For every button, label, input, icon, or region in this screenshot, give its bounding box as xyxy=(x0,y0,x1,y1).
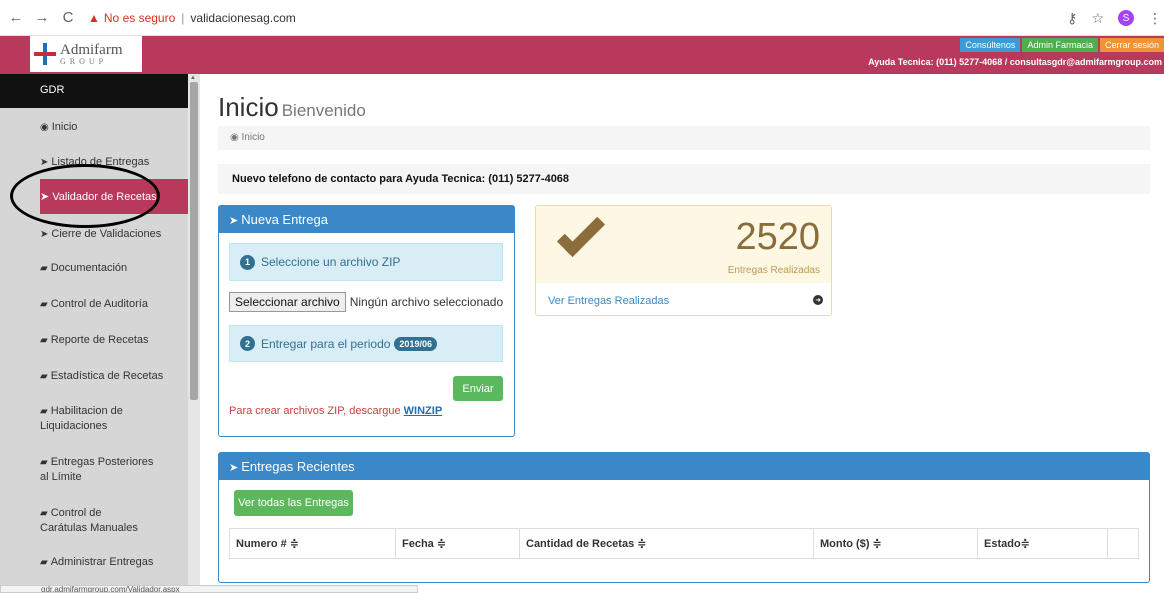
annotation-circle xyxy=(10,164,160,228)
reload-button[interactable]: C xyxy=(58,8,78,28)
send-icon: ➤ xyxy=(40,229,49,240)
logo-group: GROUP xyxy=(60,56,108,66)
check-icon xyxy=(550,208,610,264)
period-badge: 2019/06 xyxy=(394,336,437,351)
address-bar[interactable]: ▲ No es seguro | validacionesag.com xyxy=(88,5,296,31)
step2-number: 2 xyxy=(240,336,255,351)
col-estado[interactable]: Estado≑ xyxy=(977,528,1108,559)
header-buttons: Consúltenos Admin Farmacia Cerrar sesión xyxy=(958,38,1164,52)
col-monto[interactable]: Monto ($) ≑ xyxy=(813,528,978,559)
send-icon: ➤ xyxy=(40,157,49,168)
col-fecha[interactable]: Fecha ≑ xyxy=(395,528,520,559)
logo-cross-icon xyxy=(34,43,56,65)
book-icon: ▰ xyxy=(40,299,48,310)
winzip-link[interactable]: WINZIP xyxy=(404,405,443,417)
sidebar-item-habilitacion[interactable]: ▰ Habilitacion de Liquidaciones xyxy=(40,404,160,433)
key-icon[interactable]: ⚷ xyxy=(1067,10,1077,27)
url-text[interactable]: validacionesag.com xyxy=(190,11,295,25)
sidebar-item-auditoria[interactable]: ▰ Control de Auditoría xyxy=(40,297,188,312)
recientes-table: Numero # ≑ Fecha ≑ Cantidad de Recetas ≑… xyxy=(229,528,1139,559)
logo-name: Admifarm xyxy=(60,41,123,58)
back-button[interactable]: ← xyxy=(6,8,26,28)
browser-toolbar: ← → C ▲ No es seguro | validacionesag.co… xyxy=(0,0,1164,36)
step2-box: 2 Entregar para el periodo 2019/06 xyxy=(229,325,503,362)
page-subtitle: Bienvenido xyxy=(281,101,366,120)
book-icon: ▰ xyxy=(40,508,48,519)
menu-icon[interactable]: ⋮ xyxy=(1148,10,1162,27)
entregas-count: 2520 xyxy=(735,216,820,258)
col-actions xyxy=(1107,528,1139,559)
ver-todas-button[interactable]: Ver todas las Entregas xyxy=(234,490,353,516)
file-input[interactable]: Seleccionar archivo Ningún archivo selec… xyxy=(229,292,503,312)
page-title: Inicio Bienvenido xyxy=(218,92,366,122)
table-header-row: Numero # ≑ Fecha ≑ Cantidad de Recetas ≑… xyxy=(229,528,1139,559)
sidebar-item-documentacion[interactable]: ▰ Documentación xyxy=(40,261,188,276)
recientes-heading: ➤ Entregas Recientes xyxy=(219,453,1149,480)
admin-farmacia-button[interactable]: Admin Farmacia xyxy=(1022,38,1098,52)
sidebar-item-reporte[interactable]: ▰ Reporte de Recetas xyxy=(40,333,188,348)
step1-number: 1 xyxy=(240,254,255,270)
nueva-entrega-panel: ➤ Nueva Entrega xyxy=(218,205,515,437)
sidebar-item-administrar[interactable]: ▰ Administrar Entregas xyxy=(40,555,188,570)
help-contact: Ayuda Tecnica: (011) 5277-4068 / consult… xyxy=(868,57,1162,67)
send-icon: ➤ xyxy=(229,215,239,227)
dashboard-icon: ◉ xyxy=(230,132,239,143)
profile-avatar[interactable]: S xyxy=(1118,10,1134,26)
step1-box: 1 Seleccione un archivo ZIP xyxy=(229,243,503,281)
book-icon: ▰ xyxy=(40,557,48,568)
scroll-up-arrow-icon[interactable]: ▲ xyxy=(190,75,196,81)
warning-icon: ▲ xyxy=(88,10,100,25)
dashboard-icon: ◉ xyxy=(40,122,49,133)
sidebar-item-caratulas[interactable]: ▰ Control de Carátulas Manuales xyxy=(40,506,150,535)
address-separator: | xyxy=(181,10,185,25)
entregas-count-label: Entregas Realizadas xyxy=(727,265,820,276)
forward-button[interactable]: → xyxy=(32,8,52,28)
choose-file-button[interactable]: Seleccionar archivo xyxy=(229,292,346,312)
book-icon: ▰ xyxy=(40,371,48,382)
contact-notice: Nuevo telefono de contacto para Ayuda Te… xyxy=(218,164,1150,194)
sidebar-item-cierre[interactable]: ➤ Cierre de Validaciones xyxy=(40,227,188,242)
book-icon: ▰ xyxy=(40,406,48,417)
star-icon[interactable]: ☆ xyxy=(1091,10,1104,27)
book-icon: ▰ xyxy=(40,457,48,468)
sidebar-item-inicio[interactable]: ◉ Inicio xyxy=(40,120,188,135)
breadcrumb: ◉ Inicio xyxy=(218,126,1150,150)
send-icon: ➤ xyxy=(229,462,239,474)
breadcrumb-inicio[interactable]: Inicio xyxy=(242,132,265,143)
arrow-circle-right-icon[interactable]: ➜ xyxy=(813,295,823,305)
sidebar-item-estadistica[interactable]: ▰ Estadística de Recetas xyxy=(40,369,188,384)
col-cantidad[interactable]: Cantidad de Recetas ≑ xyxy=(519,528,814,559)
book-icon: ▰ xyxy=(40,335,48,346)
security-label[interactable]: No es seguro xyxy=(104,11,175,25)
step1-text: Seleccione un archivo ZIP xyxy=(261,255,401,269)
zip-note: Para crear archivos ZIP, descargue WINZI… xyxy=(229,405,443,417)
scrollbar-thumb[interactable] xyxy=(190,82,198,400)
step2-text: Entregar para el periodo xyxy=(261,336,391,351)
recientes-panel: ➤ Entregas Recientes xyxy=(218,452,1150,583)
nueva-entrega-heading: ➤ Nueva Entrega xyxy=(219,206,514,233)
ver-entregas-link[interactable]: Ver Entregas Realizadas xyxy=(548,295,669,307)
contact-button[interactable]: Consúltenos xyxy=(960,38,1021,52)
book-icon: ▰ xyxy=(40,263,48,274)
file-status: Ningún archivo seleccionado xyxy=(349,295,504,309)
sidebar-item-posteriores[interactable]: ▰ Entregas Posteriores al Límite xyxy=(40,455,160,484)
logo[interactable]: Admifarm GROUP xyxy=(30,36,142,72)
sidebar-title: GDR xyxy=(0,74,188,108)
logout-button[interactable]: Cerrar sesión xyxy=(1099,38,1164,52)
col-numero[interactable]: Numero # ≑ xyxy=(229,528,396,559)
send-button[interactable]: Enviar xyxy=(453,376,503,401)
browser-actions: ⚷ ☆ S ⋮ xyxy=(1067,0,1164,36)
status-url: gdr.admifarmgroup.com/Validador.aspx xyxy=(0,585,418,593)
